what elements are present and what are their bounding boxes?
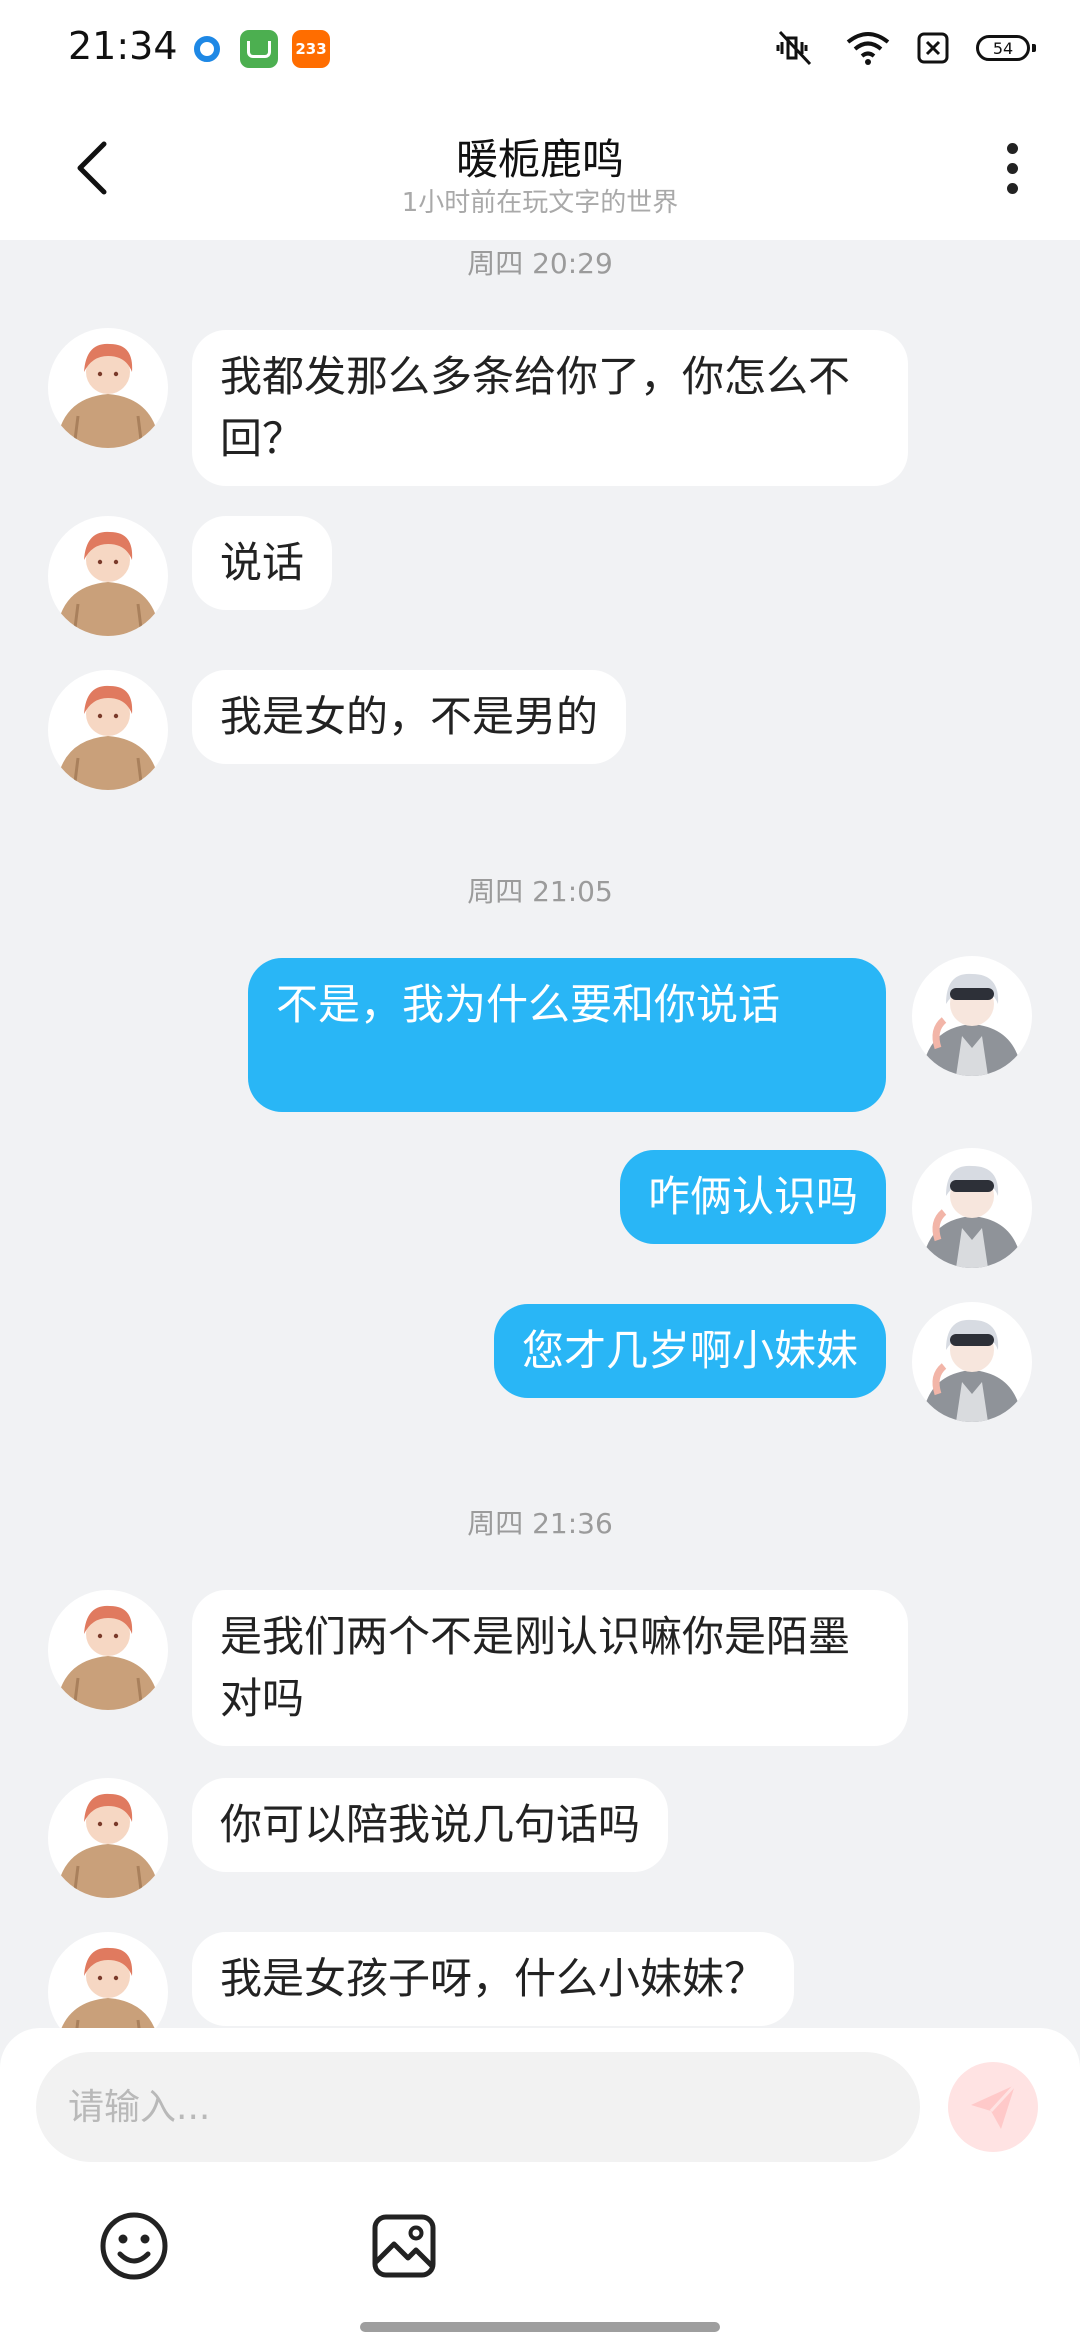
- status-time: 21:34: [68, 24, 178, 68]
- mute-vibrate-icon: [772, 28, 820, 68]
- message-bubble-outgoing[interactable]: 您才几岁啊小妹妹: [493, 1304, 886, 1398]
- chat-title: 暖栀鹿鸣: [455, 135, 624, 184]
- no-sim-icon: [916, 31, 950, 65]
- input-area: [0, 2028, 1080, 2340]
- blue-circle-icon: [188, 30, 226, 68]
- timestamp: 周四 21:36: [467, 1507, 613, 1540]
- home-indicator[interactable]: [360, 2322, 720, 2332]
- avatar[interactable]: [912, 956, 1032, 1076]
- wifi-icon: [846, 30, 890, 66]
- avatar[interactable]: [48, 328, 168, 448]
- timestamp: 周四 20:29: [467, 247, 613, 280]
- send-button[interactable]: [948, 2062, 1038, 2152]
- message-input[interactable]: [36, 2052, 920, 2162]
- avatar[interactable]: [48, 1778, 168, 1898]
- message-bubble-incoming[interactable]: 我是女孩子呀，什么小妹妹？: [192, 1932, 795, 2026]
- message-bubble-incoming[interactable]: 是我们两个不是刚认识嘛你是陌墨对吗: [192, 1590, 908, 1746]
- emoji-button[interactable]: [96, 2208, 172, 2284]
- chat-subtitle: 1小时前在玩文字的世界: [401, 188, 679, 218]
- message-bubble-incoming[interactable]: 我都发那么多条给你了，你怎么不回？: [192, 330, 908, 486]
- green-app-icon: [240, 30, 278, 68]
- chat-header: 暖栀鹿鸣 1小时前在玩文字的世界: [0, 96, 1080, 240]
- avatar[interactable]: [48, 670, 168, 790]
- image-icon: [372, 2214, 436, 2278]
- message-bubble-outgoing[interactable]: 不是，我为什么要和你说话: [248, 958, 886, 1112]
- battery-level: 54: [992, 38, 1014, 58]
- orange-233-icon: 233: [292, 30, 330, 68]
- battery-icon: 54: [976, 35, 1036, 61]
- message-bubble-incoming[interactable]: 你可以陪我说几句话吗: [192, 1778, 669, 1872]
- avatar[interactable]: [912, 1302, 1032, 1422]
- image-button[interactable]: [366, 2208, 442, 2284]
- message-bubble-incoming[interactable]: 我是女的，不是男的: [192, 670, 627, 764]
- avatar[interactable]: [48, 516, 168, 636]
- avatar[interactable]: [48, 1590, 168, 1710]
- paper-plane-icon: [971, 2083, 1017, 2129]
- more-vertical-icon[interactable]: [982, 136, 1042, 200]
- message-bubble-incoming[interactable]: 说话: [192, 516, 333, 610]
- timestamp: 周四 21:05: [467, 875, 613, 908]
- system-icons: 54: [772, 28, 1036, 68]
- status-bar: 21:34 233 54: [0, 0, 1080, 96]
- smiley-icon: [100, 2212, 168, 2280]
- message-bubble-outgoing[interactable]: 咋俩认识吗: [619, 1150, 886, 1244]
- avatar[interactable]: [912, 1148, 1032, 1268]
